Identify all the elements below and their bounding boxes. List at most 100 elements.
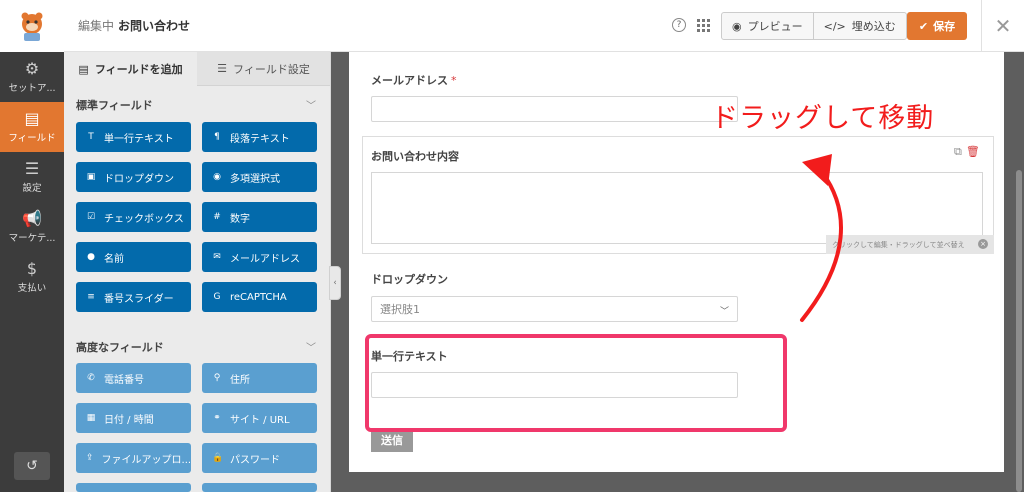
sliders-icon: ☰ — [24, 158, 40, 178]
nav-label: セットア... — [8, 82, 56, 94]
fields-icon: ▤ — [24, 108, 40, 128]
field-button-multiple-choice[interactable]: ◉ 多項選択式 — [202, 162, 317, 192]
header-button-group: ◉ プレビュー </> 埋め込む — [721, 12, 907, 40]
field-button-label: ファイルアップロ... — [101, 454, 191, 466]
field-button-label: 番号スライダー — [104, 293, 174, 305]
panel-collapse-toggle[interactable]: ‹ — [329, 266, 341, 300]
tab-add-label: フィールドを追加 — [94, 63, 183, 76]
field-button-date-time[interactable]: ▦ 日付 / 時間 — [76, 403, 191, 433]
envelope-icon: ✉ — [213, 252, 221, 262]
panel-tabs: ▤ フィールドを追加 ☰ フィールド設定 — [64, 52, 330, 86]
google-icon: G — [213, 292, 221, 302]
field-button-label: 数字 — [230, 213, 250, 225]
field-button-label: メールアドレス — [230, 253, 300, 265]
user-icon: ● — [87, 252, 95, 262]
hash-icon: # — [213, 212, 221, 222]
slider-icon: ≡ — [87, 292, 95, 302]
message-textarea[interactable] — [371, 172, 983, 244]
field-button-label: reCAPTCHA — [230, 291, 287, 303]
dropdown-select[interactable]: 選択肢1 ﹀ — [371, 296, 738, 322]
save-button[interactable]: ✔ 保存 — [907, 12, 967, 40]
field-button-password[interactable]: 🔒 パスワード — [202, 443, 317, 473]
field-button-dropdown[interactable]: ▣ ドロップダウン — [76, 162, 191, 192]
form-title: お問い合わせ — [118, 19, 191, 33]
dropdown-value: 選択肢1 — [380, 303, 420, 316]
wpforms-logo — [0, 0, 64, 52]
nav-item-payments[interactable]: $ 支払い — [0, 252, 64, 302]
checkbox-icon: ☑ — [86, 212, 96, 222]
preview-scrollbar[interactable] — [1016, 170, 1022, 492]
grid-menu-icon[interactable] — [697, 19, 710, 32]
text-icon: T — [88, 132, 94, 142]
required-mark: * — [451, 74, 457, 87]
chevron-down-icon[interactable]: ﹀ — [306, 97, 316, 112]
megaphone-icon: 📢 — [22, 208, 42, 228]
close-icon[interactable]: ✕ — [981, 0, 1024, 52]
email-input[interactable] — [371, 96, 738, 122]
field-button-phone[interactable]: ✆ 電話番号 — [76, 363, 191, 393]
standard-fields-heading[interactable]: 標準フィールド — [76, 97, 153, 113]
help-icon[interactable]: ? — [672, 18, 686, 32]
field-button-partial[interactable] — [76, 483, 191, 492]
email-field-label: メールアドレス * — [371, 72, 457, 88]
preview-label: プレビュー — [747, 20, 803, 33]
field-button-label: サイト / URL — [230, 414, 290, 426]
advanced-fields-heading[interactable]: 高度なフィールド — [76, 339, 164, 355]
nav-label: フィールド — [8, 132, 56, 144]
nav-item-marketing[interactable]: 📢 マーケテ... — [0, 202, 64, 252]
field-button-label: 多項選択式 — [230, 173, 280, 185]
chevron-down-icon[interactable]: ﹀ — [306, 339, 316, 354]
left-nav: ⚙ セットア... ▤ フィールド ☰ 設定 📢 マーケテ... $ 支払い ↺ — [0, 52, 64, 492]
tab-field-options[interactable]: ☰ フィールド設定 — [197, 52, 330, 86]
field-button-label: チェックボックス — [104, 213, 184, 225]
message-field-label: お問い合わせ内容 — [371, 150, 459, 163]
field-button-partial[interactable] — [202, 483, 317, 492]
field-button-label: 住所 — [230, 374, 250, 386]
field-button-numbers[interactable]: # 数字 — [202, 202, 317, 232]
embed-label: 埋め込む — [851, 20, 896, 33]
chevron-down-icon: ﹀ — [719, 307, 729, 317]
nav-item-settings[interactable]: ☰ 設定 — [0, 152, 64, 202]
drag-arrow-icon — [800, 154, 843, 322]
duplicate-icon[interactable]: ⧉ — [954, 145, 962, 159]
tab-add-fields[interactable]: ▤ フィールドを追加 — [64, 52, 197, 86]
field-button-label: パスワード — [230, 454, 280, 466]
preview-button[interactable]: ◉ プレビュー — [722, 13, 813, 39]
email-label-text: メールアドレス — [371, 74, 448, 87]
phone-icon: ✆ — [87, 373, 95, 383]
field-button-file-upload[interactable]: ⇪ ファイルアップロ... — [76, 443, 191, 473]
field-button-number-slider[interactable]: ≡ 番号スライダー — [76, 282, 191, 312]
field-button-paragraph[interactable]: ¶ 段落テキスト — [202, 122, 317, 152]
field-button-website-url[interactable]: ⚭ サイト / URL — [202, 403, 317, 433]
field-button-address[interactable]: ⚲ 住所 — [202, 363, 317, 393]
lock-icon: 🔒 — [212, 453, 224, 463]
field-button-label: 日付 / 時間 — [104, 414, 154, 426]
revisions-icon[interactable]: ↺ — [14, 452, 50, 480]
nav-label: 支払い — [17, 282, 47, 294]
link-icon: ⚭ — [213, 413, 221, 423]
field-button-recaptcha[interactable]: GreCAPTCHA — [202, 282, 317, 312]
trash-icon[interactable]: 🗑 — [966, 145, 980, 159]
field-button-label: ドロップダウン — [104, 173, 174, 185]
field-button-name[interactable]: ● 名前 — [76, 242, 191, 272]
dropdown-icon: ▣ — [86, 172, 96, 182]
field-button-label: 名前 — [104, 253, 124, 265]
eye-icon: ◉ — [732, 19, 742, 33]
upload-icon: ⇪ — [86, 453, 94, 463]
field-button-label: 段落テキスト — [230, 133, 290, 145]
nav-item-fields[interactable]: ▤ フィールド — [0, 102, 64, 152]
close-icon[interactable]: × — [978, 239, 988, 249]
embed-button[interactable]: </> 埋め込む — [812, 13, 906, 39]
field-button-email[interactable]: ✉ メールアドレス — [202, 242, 317, 272]
editing-title: 編集中 お問い合わせ — [78, 17, 190, 34]
nav-item-setup[interactable]: ⚙ セットア... — [0, 52, 64, 102]
field-button-checkboxes[interactable]: ☑ チェックボックス — [76, 202, 191, 232]
save-label: 保存 — [933, 20, 956, 33]
code-icon: </> — [823, 19, 846, 33]
dollar-icon: $ — [26, 258, 38, 278]
top-bar: 編集中 お問い合わせ ? ◉ プレビュー </> 埋め込む ✔ 保存 ✕ — [0, 0, 1024, 52]
dropdown-field-label: ドロップダウン — [371, 273, 448, 286]
nav-label: マーケテ... — [8, 232, 56, 244]
map-pin-icon: ⚲ — [213, 373, 221, 383]
field-button-single-line[interactable]: T 単一行テキスト — [76, 122, 191, 152]
